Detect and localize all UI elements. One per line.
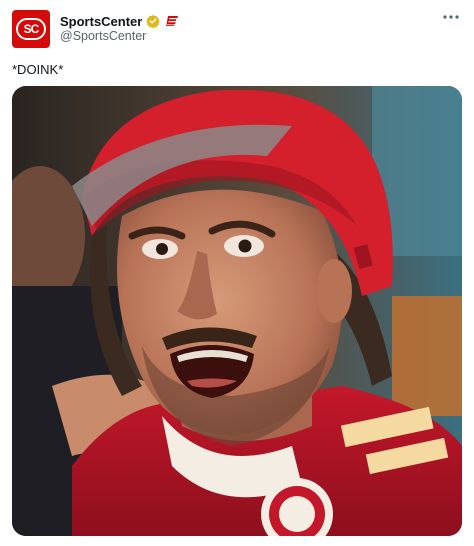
tweet-card: SC SportsCenter @SportsCenter *DOINK* bbox=[0, 0, 474, 546]
shocked-fan-photo bbox=[12, 86, 462, 536]
author-name-row: SportsCenter bbox=[60, 12, 179, 30]
espn-affiliate-icon bbox=[166, 16, 179, 26]
handle[interactable]: @SportsCenter bbox=[60, 29, 146, 43]
tweet-text: *DOINK* bbox=[12, 62, 64, 77]
more-options-button[interactable] bbox=[438, 8, 464, 26]
more-options-icon bbox=[443, 15, 459, 19]
avatar-logo-text: SC bbox=[23, 22, 40, 36]
tweet-media-image[interactable] bbox=[12, 86, 462, 536]
avatar[interactable]: SC bbox=[12, 10, 50, 48]
verified-badge-icon bbox=[146, 14, 161, 28]
display-name[interactable]: SportsCenter bbox=[60, 14, 142, 29]
sportscenter-logo-icon: SC bbox=[16, 18, 46, 40]
